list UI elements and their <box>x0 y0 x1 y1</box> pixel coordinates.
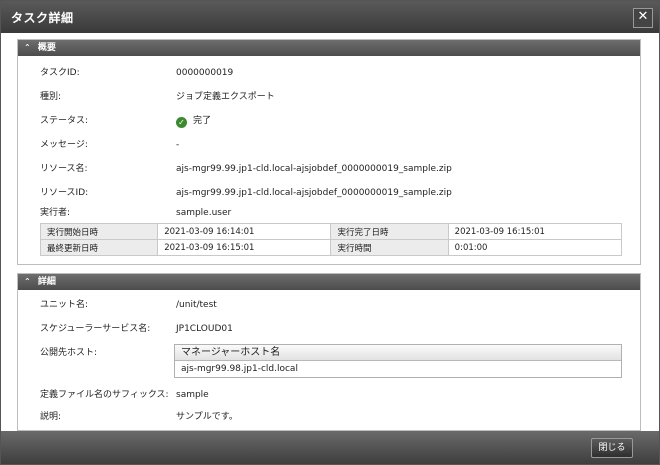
field-value: ジョブ定義エクスポート <box>176 92 275 102</box>
collapse-chevron-icon: ⌃ <box>24 277 31 286</box>
check-circle-icon: ✓ <box>176 117 187 128</box>
field-value: 0000000019 <box>176 68 234 78</box>
field-label: 定義ファイル名のサフィックス: <box>40 390 169 400</box>
end-time-label: 実行完了日時 <box>330 223 449 240</box>
end-time-value: 2021-03-09 16:15:01 <box>447 223 623 240</box>
execution-times-table: 実行開始日時 2021-03-09 16:14:01 実行完了日時 2021-0… <box>39 223 623 256</box>
host-column-header[interactable]: マネージャーホスト名 <box>175 345 621 361</box>
dialog-footer: 閉じる <box>1 431 659 464</box>
duration-value: 0:01:00 <box>447 239 623 256</box>
close-icon[interactable]: ✕ <box>633 8 653 28</box>
overview-section-title: 概要 <box>37 43 56 53</box>
field-label: リソースID: <box>40 188 89 198</box>
status-text: 完了 <box>193 116 212 126</box>
details-section-header[interactable]: ⌃ 詳細 <box>18 274 640 290</box>
last-updated-value: 2021-03-09 16:15:01 <box>157 239 332 256</box>
overview-section-header[interactable]: ⌃ 概要 <box>18 40 640 56</box>
field-label: ユニット名: <box>40 300 89 310</box>
dialog-content: ⌃ 概要 タスクID: 0000000019 種別: ジョブ定義エクスポート ス… <box>1 33 659 431</box>
field-label: 実行者: <box>40 208 71 218</box>
details-section-title: 詳細 <box>37 277 56 287</box>
field-label: 公開先ホスト: <box>40 348 98 358</box>
close-button[interactable]: 閉じる <box>591 438 633 458</box>
field-label: タスクID: <box>40 68 80 78</box>
field-value: ajs-mgr99.99.jp1-cld.local-ajsjobdef_000… <box>176 188 452 198</box>
duration-label: 実行時間 <box>330 239 449 256</box>
table-row: 最終更新日時 2021-03-09 16:15:01 実行時間 0:01:00 <box>39 239 623 256</box>
field-label: 種別: <box>40 92 62 102</box>
dialog-title: タスク詳細 <box>11 11 74 25</box>
field-label: リソース名: <box>40 164 88 174</box>
field-value: /unit/test <box>176 300 217 310</box>
publish-host-table: マネージャーホスト名 ajs-mgr99.98.jp1-cld.local <box>174 344 622 378</box>
title-bar: タスク詳細 ✕ <box>1 1 659 33</box>
details-section: ⌃ 詳細 ユニット名: /unit/test スケジューラーサービス名: JP1… <box>17 273 641 431</box>
field-label: メッセージ: <box>40 140 88 150</box>
last-updated-label: 最終更新日時 <box>39 239 159 256</box>
field-label: 説明: <box>40 412 62 422</box>
start-time-value: 2021-03-09 16:14:01 <box>157 223 332 240</box>
overview-section: ⌃ 概要 タスクID: 0000000019 種別: ジョブ定義エクスポート ス… <box>17 39 641 265</box>
field-label: スケジューラーサービス名: <box>40 324 151 334</box>
start-time-label: 実行開始日時 <box>39 223 159 240</box>
field-value: sample <box>176 390 209 400</box>
table-row: 実行開始日時 2021-03-09 16:14:01 実行完了日時 2021-0… <box>39 223 623 240</box>
collapse-chevron-icon: ⌃ <box>24 43 31 52</box>
field-value: ✓ 完了 <box>176 114 211 128</box>
host-cell[interactable]: ajs-mgr99.98.jp1-cld.local <box>175 361 621 377</box>
field-value: ajs-mgr99.99.jp1-cld.local-ajsjobdef_000… <box>176 164 452 174</box>
task-detail-dialog: タスク詳細 ✕ ⌃ 概要 タスクID: 0000000019 種別: ジョブ定義… <box>0 0 660 465</box>
field-value: sample.user <box>176 208 232 218</box>
field-value: JP1CLOUD01 <box>176 324 233 334</box>
field-value: - <box>176 140 180 150</box>
field-label: ステータス: <box>40 116 89 126</box>
field-value: サンプルです。 <box>176 412 238 422</box>
